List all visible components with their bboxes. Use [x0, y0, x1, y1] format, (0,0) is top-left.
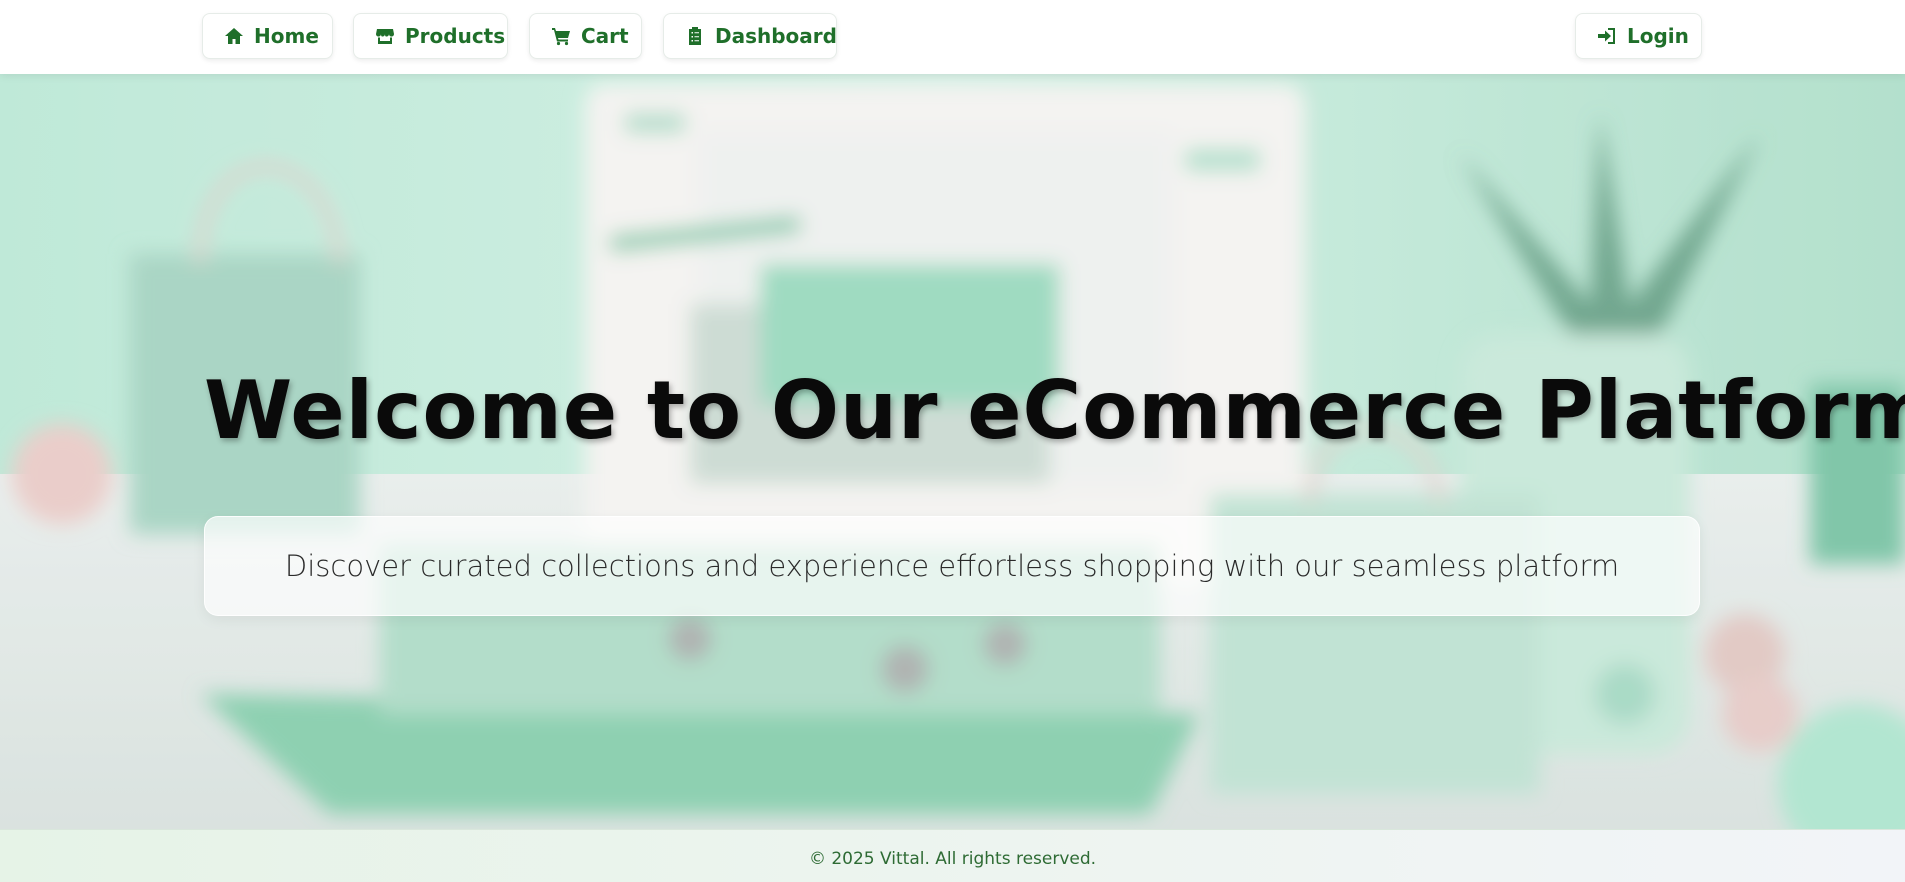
nav-products-button[interactable]: Products [353, 13, 508, 59]
nav-home-button[interactable]: Home [202, 13, 333, 59]
page-footer: © 2025 Vittal. All rights reserved. [0, 829, 1905, 882]
hero-subtitle: Discover curated collections and experie… [284, 549, 1620, 583]
login-label: Login [1627, 24, 1689, 48]
hero-subtitle-box: Discover curated collections and experie… [204, 516, 1700, 616]
hero-section: Welcome to Our eCommerce Platform Discov… [0, 74, 1905, 829]
nav-cart-button[interactable]: Cart [529, 13, 642, 59]
sign-in-icon [1597, 26, 1617, 46]
clipboard-icon [685, 26, 705, 46]
nav-home-label: Home [254, 24, 319, 48]
home-icon [224, 26, 244, 46]
nav-dashboard-button[interactable]: Dashboard [663, 13, 837, 59]
top-navbar: Home Products Cart Dashboard Login [0, 0, 1905, 74]
cart-icon [551, 26, 571, 46]
copyright-text: © 2025 Vittal. All rights reserved. [808, 848, 1097, 869]
nav-dashboard-label: Dashboard [715, 24, 837, 48]
login-button[interactable]: Login [1575, 13, 1702, 59]
hero-title: Welcome to Our eCommerce Platform [204, 364, 1905, 457]
nav-products-label: Products [405, 24, 506, 48]
nav-cart-label: Cart [581, 24, 629, 48]
store-icon [375, 26, 395, 46]
